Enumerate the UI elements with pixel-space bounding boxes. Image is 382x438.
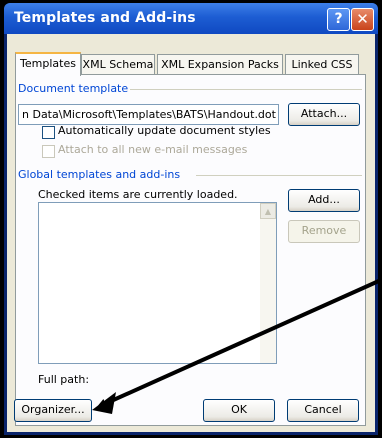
tab-templates[interactable]: Templates bbox=[15, 52, 81, 76]
